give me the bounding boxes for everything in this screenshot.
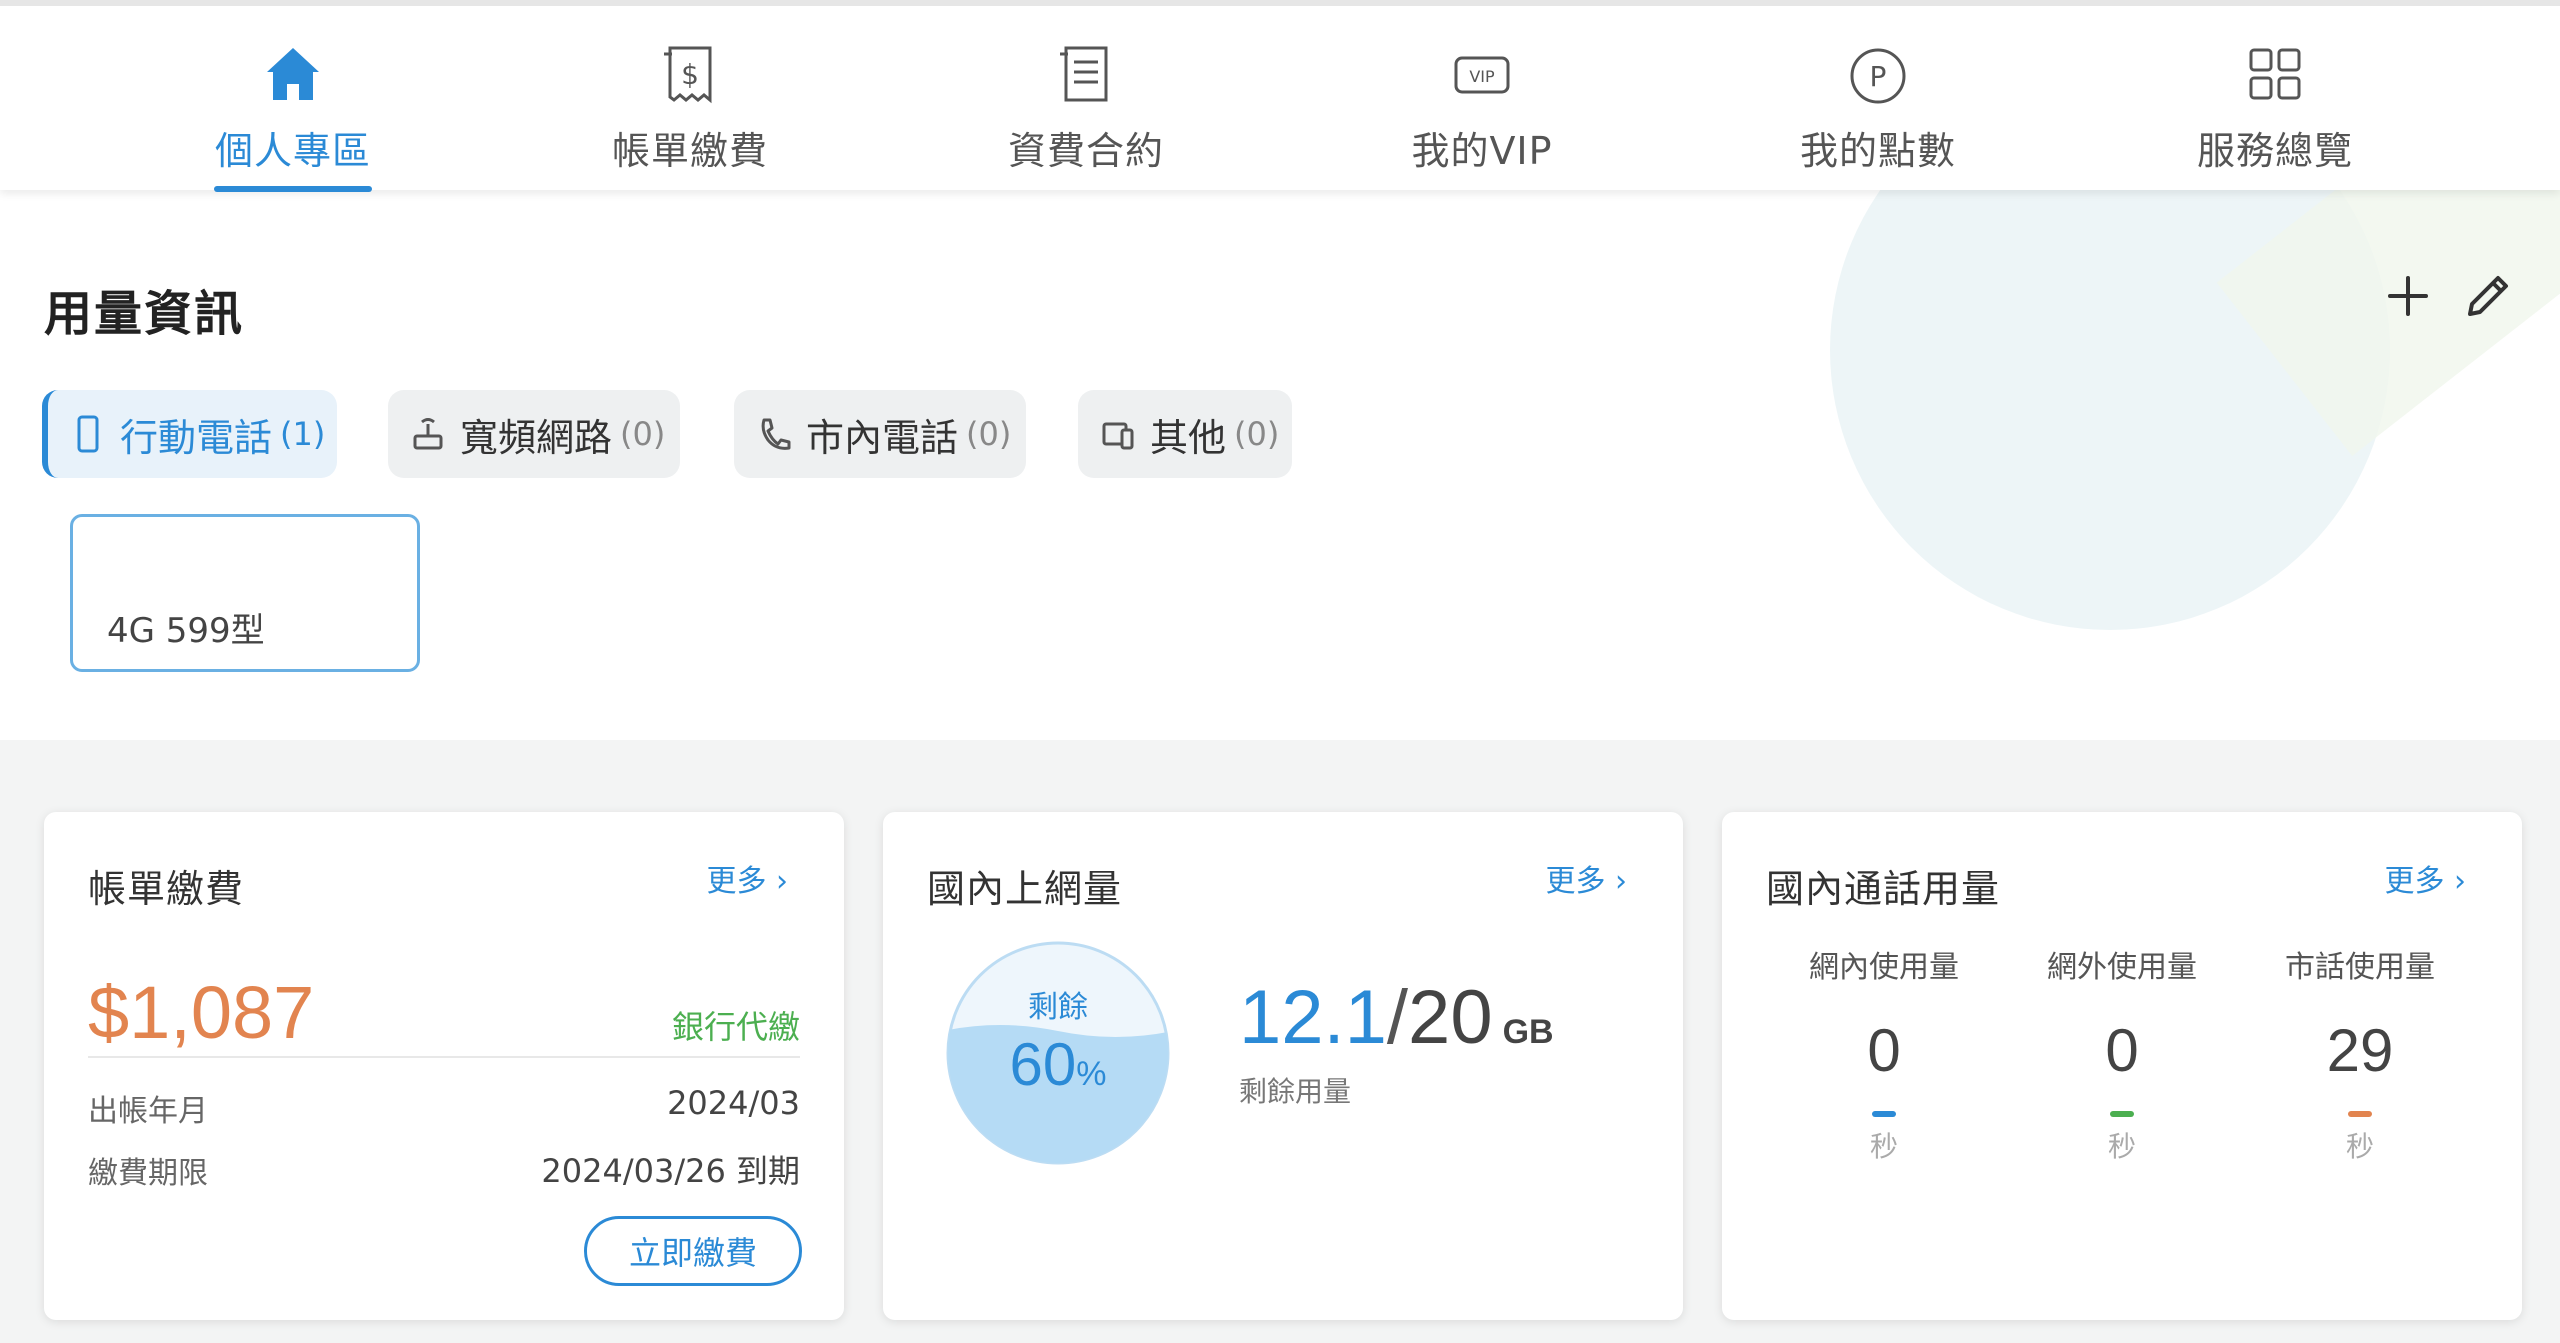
nav-label: 我的點數 [1799,129,1956,173]
svg-text:VIP: VIP [1469,67,1495,86]
plan-name: 4G 599型 [107,611,265,651]
bill-card: 帳單繳費 更多 › $1,087 銀行代繳 出帳年月 2024/03 繳費期限 … [44,812,844,1320]
add-icon[interactable] [2380,268,2436,324]
svg-text:P: P [1870,60,1887,93]
nav-label: 個人專區 [214,129,371,173]
more-link[interactable]: 更多 › [2384,856,2466,900]
tab-mobile[interactable]: 行動電話 (1) [42,390,337,478]
home-icon [267,48,319,100]
data-unit: GB [1502,1013,1554,1051]
call-column-landline: 市話使用量 29 秒 [2240,942,2480,1165]
due-date-label: 繳費期限 [88,1156,208,1191]
svg-text:$: $ [681,58,699,91]
call-indicator [2348,1111,2372,1117]
mobile-phone-icon [77,415,99,453]
tab-label: 其他 [1150,415,1227,460]
call-value: 0 [1867,1017,1901,1084]
bill-amount: $1,087 [88,971,315,1054]
billing-period-value: 2024/03 [667,1084,800,1122]
call-usage-card: 國內通話用量 更多 › 網內使用量 0 秒 網外使用量 0 秒 市話使用量 29… [1722,812,2522,1320]
router-icon [413,418,443,450]
bill-dollar-icon: $ [664,46,712,104]
section-title: 用量資訊 [44,286,245,342]
points-icon: P [1850,48,1906,104]
nav-item-points[interactable]: P 我的點數 [1758,6,1998,190]
tab-broadband[interactable]: 寬頻網路 (0) [388,390,680,478]
tab-landline[interactable]: 市內電話 (0) [734,390,1026,478]
call-label: 網外使用量 [2047,950,2197,985]
card-title: 國內通話用量 [1766,867,2001,911]
card-title: 帳單繳費 [88,867,245,911]
call-indicator [1872,1111,1896,1117]
data-slash: / [1386,975,1409,1060]
call-column-offnet: 網外使用量 0 秒 [2002,942,2242,1165]
call-label: 市話使用量 [2285,950,2435,985]
nav-item-services[interactable]: 服務總覽 [2155,6,2395,190]
tab-count: (1) [280,415,326,453]
data-remaining-value: 12.1 [1239,975,1387,1060]
nav-item-personal[interactable]: 個人專區 [173,6,413,190]
tab-label: 寬頻網路 [460,415,613,460]
usage-section: 用量資訊 行動電話 (1) 寬頻網路 (0) 市內電話 (0) 其他 (0) 4… [0,190,2560,740]
call-unit: 秒 [2345,1130,2374,1163]
vip-icon: VIP [1454,56,1510,94]
data-usage-card: 國內上網量 更多 › 剩餘 60% 12.1/20 GB 剩餘用量 [883,812,1683,1320]
call-column-onnet: 網內使用量 0 秒 [1764,942,2004,1165]
tab-other[interactable]: 其他 (0) [1078,390,1292,478]
divider [88,1056,800,1058]
tab-count: (0) [620,415,666,453]
edit-pencil-icon[interactable] [2460,268,2516,324]
nav-label: 資費合約 [1007,129,1164,173]
call-value: 29 [2326,1017,2394,1084]
nav-item-bill[interactable]: $ 帳單繳費 [570,6,810,190]
nav-label: 服務總覽 [2196,129,2353,173]
phone-handset-icon [761,418,791,450]
devices-icon [1102,422,1134,450]
card-title: 國內上網量 [927,867,1123,911]
tab-count: (0) [1234,415,1280,453]
nav-item-contract[interactable]: 資費合約 [966,6,1206,190]
payment-method: 銀行代繳 [671,1008,800,1046]
call-indicator [2110,1111,2134,1117]
tab-label: 市內電話 [806,415,959,460]
more-link[interactable]: 更多 › [1545,856,1627,900]
gauge-percent: 60% [1009,1031,1107,1098]
nav-label: 我的VIP [1411,129,1553,173]
contract-document-icon [1060,46,1108,102]
due-date-value: 2024/03/26 到期 [541,1152,800,1190]
call-unit: 秒 [2107,1130,2136,1163]
call-label: 網內使用量 [1809,950,1959,985]
grid-icon [2249,48,2301,100]
data-sublabel: 剩餘用量 [1239,1075,1352,1108]
active-tab-indicator [214,186,372,192]
nav-label: 帳單繳費 [611,129,768,173]
more-link[interactable]: 更多 › [706,856,788,900]
gauge-label: 剩餘 [1028,990,1088,1025]
nav-item-vip[interactable]: VIP 我的VIP [1362,6,1602,190]
billing-period-label: 出帳年月 [88,1094,208,1129]
pay-now-button[interactable]: 立即繳費 [584,1216,802,1286]
top-navigation: 個人專區 $ 帳單繳費 資費合約 VIP 我的VIP P 我的點數 服務總覽 [0,0,2560,192]
tab-count: (0) [966,415,1012,453]
tab-label: 行動電話 [120,415,273,460]
call-unit: 秒 [1869,1130,1898,1163]
data-total-value: 20 [1408,975,1493,1060]
call-value: 0 [2105,1017,2139,1084]
plan-card[interactable]: 4G 599型 [70,514,420,672]
data-amount: 12.1/20 GB [1239,974,1554,1061]
